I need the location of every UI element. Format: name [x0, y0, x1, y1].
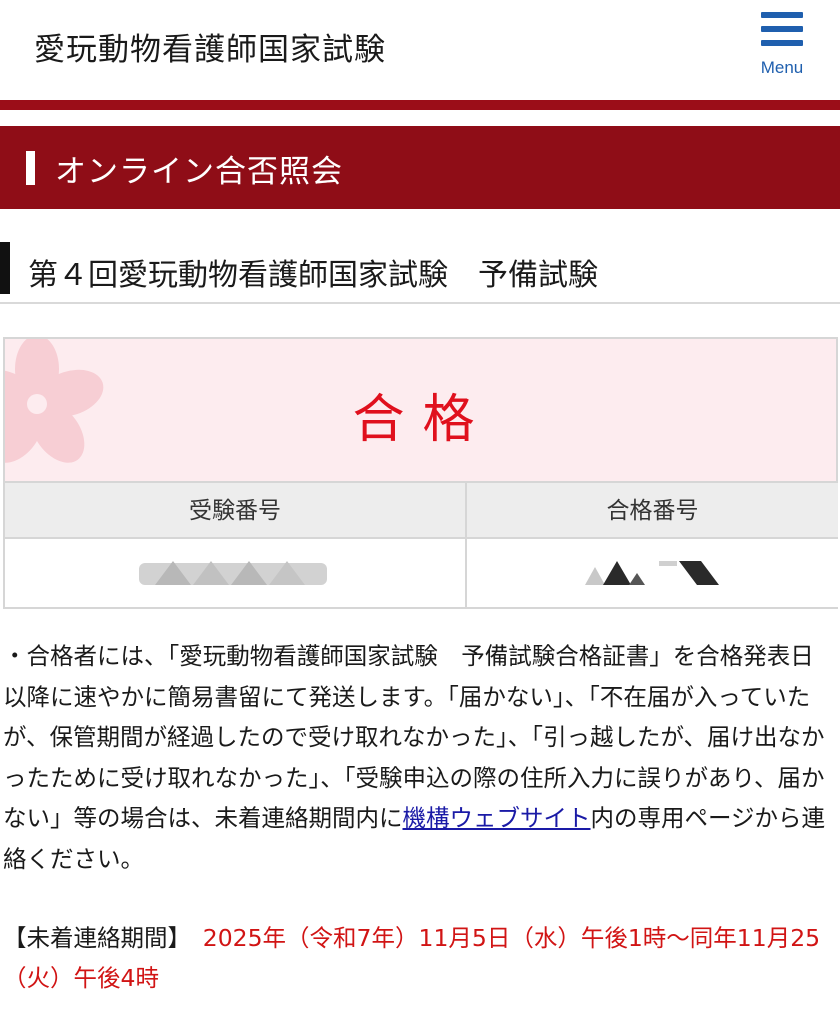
banner-accent-bar: [26, 151, 35, 185]
exam-title: 第４回愛玩動物看護師国家試験 予備試験: [28, 258, 598, 293]
site-title[interactable]: 愛玩動物看護師国家試験: [34, 24, 386, 69]
exam-divider: [0, 302, 840, 304]
pass-number-mask: [585, 561, 719, 585]
menu-button[interactable]: Menu: [752, 12, 812, 82]
header-divider: [0, 100, 840, 110]
period-label: 【未着連絡期間】: [3, 924, 180, 952]
notice-text: ・合格者には、「愛玩動物看護師国家試験 予備試験合格証書」を合格発表日以降に速や…: [3, 636, 835, 879]
menu-label: Menu: [760, 58, 804, 77]
non-arrival-period: 【未着連絡期間】 2025年（令和7年）11月5日（水）午後1時～同年11月25…: [3, 918, 838, 998]
exam-accent-bar: [0, 242, 10, 294]
hamburger-icon: [761, 12, 803, 48]
banner-title: オンライン合否照会: [55, 154, 343, 190]
result-table: 受験番号 合格番号: [3, 481, 838, 609]
exam-number-cell: [5, 539, 467, 607]
pass-number-header: 合格番号: [467, 481, 838, 539]
exam-number-header: 受験番号: [5, 481, 467, 539]
result-status: 合格: [352, 390, 493, 450]
result-panel: 合格: [3, 337, 838, 483]
site-header: 愛玩動物看護師国家試験 Menu: [0, 0, 840, 100]
pass-number-cell: [467, 539, 838, 607]
organization-website-link[interactable]: 機構ウェブサイト: [403, 804, 591, 832]
exam-number-mask: [139, 561, 327, 585]
